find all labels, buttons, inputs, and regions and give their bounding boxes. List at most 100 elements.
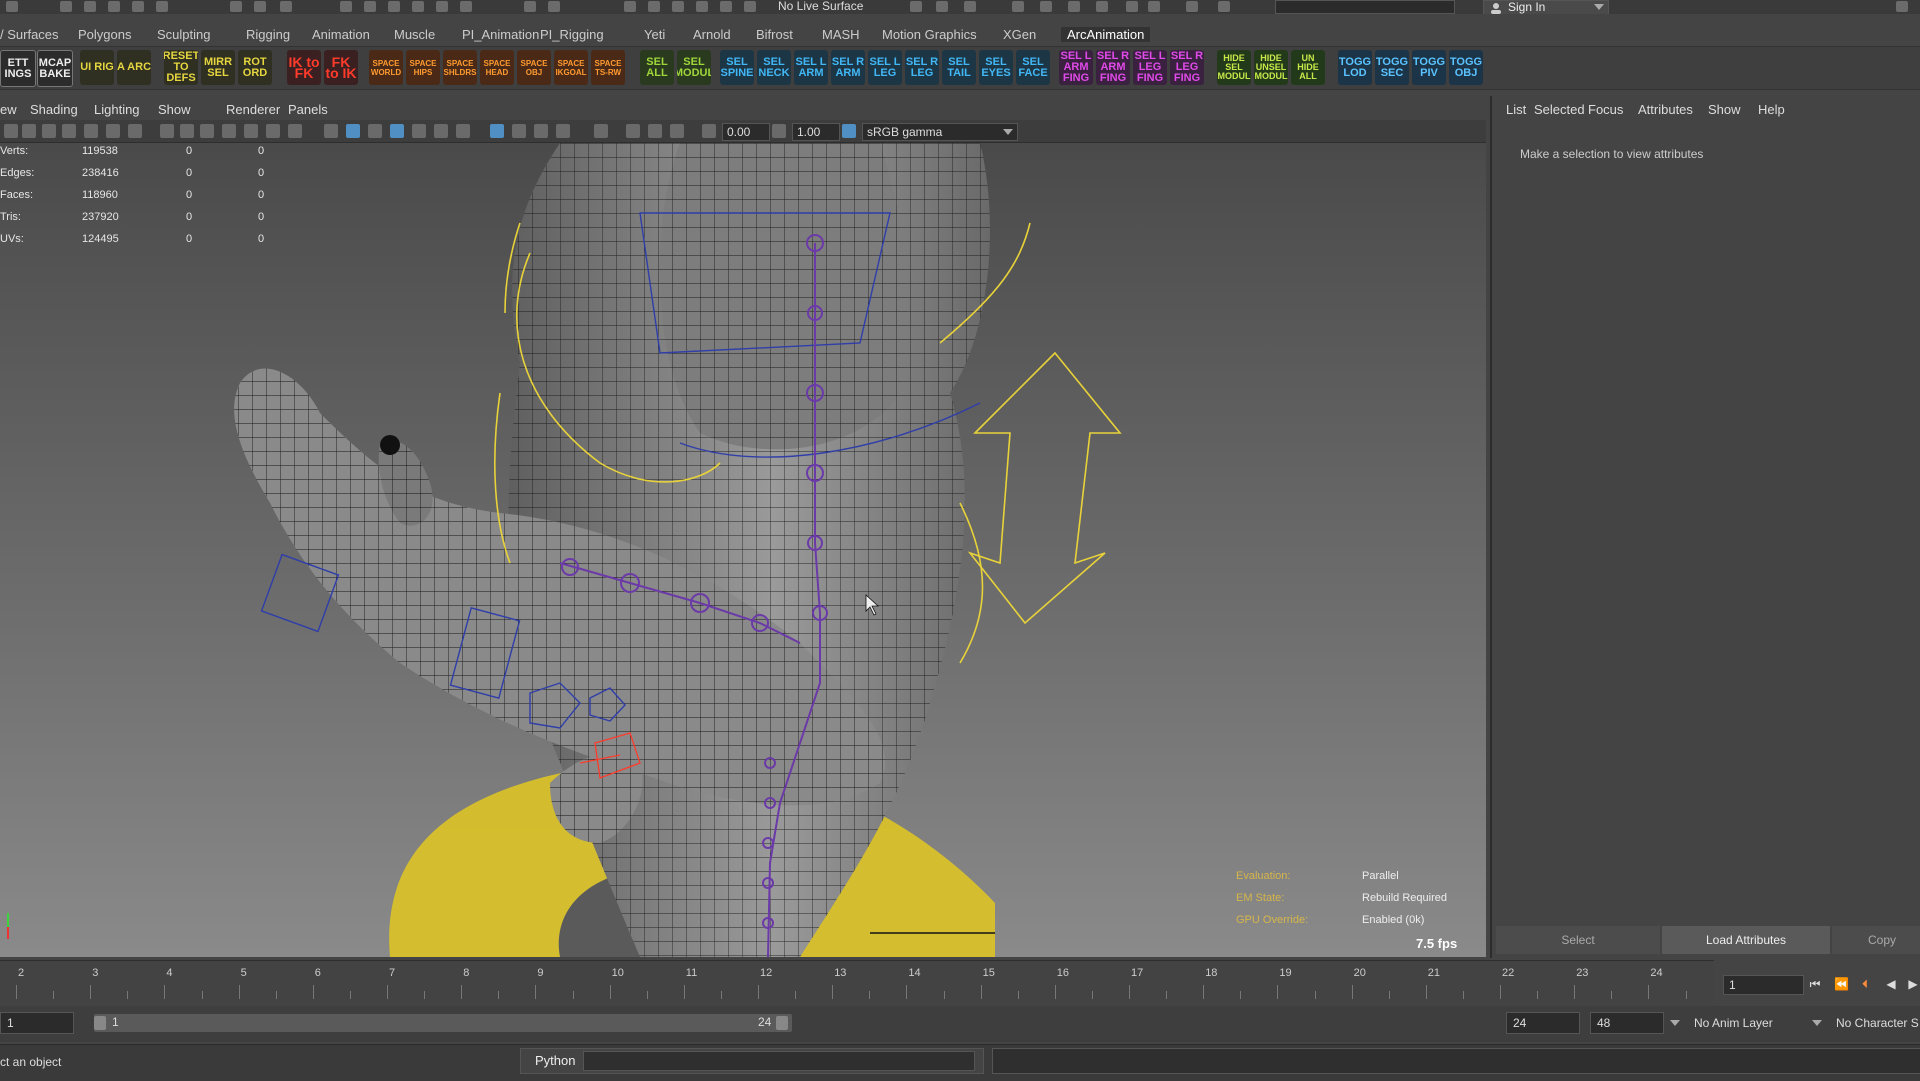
select-camera-icon[interactable] [4,124,18,138]
snap-point-icon[interactable] [388,1,400,12]
paint-select-icon[interactable] [280,1,292,12]
shelf-button[interactable]: HIDE SEL MODUL [1217,50,1251,85]
flat-icon[interactable] [1186,1,1198,12]
attribute-editor-menu-item[interactable]: Help [1758,102,1785,117]
2d-pan-icon[interactable] [84,124,98,138]
attribute-editor-menu-item[interactable]: Attributes [1638,102,1693,117]
shelf-button[interactable]: SPACE HEAD [480,50,514,85]
shelf-button[interactable]: SEL MODUL [677,50,711,85]
save-scene-icon[interactable] [108,1,120,12]
shelf-tab[interactable]: PI_Rigging [540,27,604,42]
backface-icon[interactable] [556,124,570,138]
shelf-tab[interactable]: Sculpting [157,27,210,42]
shelf-button[interactable]: SEL R ARM [831,50,865,85]
exposure-field[interactable]: 0.00 [722,123,770,141]
light-editor-icon[interactable] [1096,1,1108,12]
workspace-icon[interactable] [1218,1,1230,12]
shelf-button[interactable]: HIDE UNSEL MODUL [1254,50,1288,85]
shelf-button[interactable]: SEL FACE [1016,50,1050,85]
time-slider[interactable]: 2 3 4 5 6 7 8 9 10 11 12 13 14 15 16 17 18 19 20 21 22 23 24 [0,960,1714,1003]
select-tool-icon[interactable] [230,1,242,12]
shelf-tab[interactable]: Animation [312,27,370,42]
chevron-down-icon[interactable] [1670,1020,1680,1027]
resolution-gate-icon[interactable] [200,124,214,138]
attribute-editor-menu-item[interactable]: List [1506,102,1526,117]
magnet-icon[interactable] [720,1,732,12]
viewport-menu-item[interactable]: ew [0,102,17,117]
construction-icon[interactable] [548,1,560,12]
step-back-key-icon[interactable]: ⏴ [1858,977,1872,991]
shelf-tab[interactable]: Muscle [394,27,435,42]
shelf-button[interactable]: SPACE IKGOAL [554,50,588,85]
render-frame-icon[interactable] [936,1,948,12]
image-plane-icon[interactable] [62,124,76,138]
gamma-icon[interactable] [772,124,786,138]
copy-tab-button[interactable]: Copy [1832,926,1920,954]
viewport-3d[interactable] [0,143,1486,957]
safe-title-icon[interactable] [288,124,302,138]
pivot-icon[interactable] [696,1,708,12]
snap-curve-icon[interactable] [364,1,376,12]
shelf-tab[interactable]: ArcAnimation [1061,27,1151,42]
bookmark-icon[interactable] [42,124,56,138]
reflect-icon[interactable] [672,1,684,12]
shelf-tab[interactable]: PI_Animation [462,27,539,42]
shelf-button[interactable]: SEL TAIL [942,50,976,85]
shelf-button[interactable]: A ARC [117,50,151,85]
animation-end-field[interactable]: 48 [1590,1012,1664,1034]
shelf-button[interactable]: SEL NECK [757,50,791,85]
settings-icon[interactable] [1896,1,1908,12]
grease-draw-icon[interactable] [128,124,142,138]
shelf-tab[interactable]: Motion Graphics [882,27,977,42]
arnold-render-icon[interactable] [1126,1,1138,12]
soft-select-icon[interactable] [648,1,660,12]
select-button[interactable]: Select [1496,926,1660,954]
isolate-select-icon[interactable] [594,124,608,138]
lasso-tool-icon[interactable] [254,1,266,12]
color-space-dropdown[interactable]: sRGB gamma [862,123,1018,141]
exposure-icon[interactable] [702,124,716,138]
play-backwards-icon[interactable]: ◀ [1884,977,1898,991]
shelf-button[interactable]: SEL R ARM FING [1096,50,1130,85]
default-material-icon[interactable] [368,124,382,138]
shelf-button[interactable]: IK to FK [287,50,321,85]
shelf-button[interactable]: SEL R LEG FING [1170,50,1204,85]
quick-search-input[interactable] [1275,0,1455,14]
shelf-button[interactable]: UI RIG [80,50,114,85]
shadows-icon[interactable] [456,124,470,138]
shelf-button[interactable]: SEL EYES [979,50,1013,85]
shelf-button[interactable]: SPACE OBJ [517,50,551,85]
symmetry-icon[interactable] [624,1,636,12]
field-chart-icon[interactable] [244,124,258,138]
viewport-menu-item[interactable]: Renderer [226,102,280,117]
wireframe-on-shaded-icon[interactable] [390,124,404,138]
shelf-button[interactable]: SPACE WORLD [369,50,403,85]
new-scene-icon[interactable] [60,1,72,12]
shelf-button[interactable]: TOGG OBJ [1449,50,1483,85]
shelf-button[interactable]: SEL L LEG FING [1133,50,1167,85]
viewport-menu-item[interactable]: Panels [288,102,328,117]
undo-icon[interactable] [132,1,144,12]
camera-frame-icon[interactable] [626,124,640,138]
textured-icon[interactable] [412,124,426,138]
command-input[interactable] [583,1051,975,1071]
shelf-button[interactable]: TOGG SEC [1375,50,1409,85]
shelf-button[interactable]: MIRR SEL [201,50,235,85]
current-frame-field[interactable]: 1 [1723,975,1804,995]
range-end-handle[interactable] [776,1016,788,1030]
live-icon[interactable] [744,1,756,12]
shelf-tab[interactable]: Arnold [693,27,731,42]
shelf-button[interactable]: SEL ALL [640,50,674,85]
shelf-button[interactable]: MCAP BAKE [37,50,73,87]
redo-icon[interactable] [156,1,168,12]
shelf-button[interactable]: SEL L LEG [868,50,902,85]
attribute-editor-menu-item[interactable]: Focus [1588,102,1623,117]
playback-end-field[interactable]: 24 [1506,1012,1580,1034]
shelf-button[interactable]: SPACE TS-RW [591,50,625,85]
grid-icon[interactable] [160,124,174,138]
lights-icon[interactable] [434,124,448,138]
viewport-menu-item[interactable]: Shading [30,102,78,117]
camera-attr-icon[interactable] [22,124,36,138]
gamma-field[interactable]: 1.00 [792,123,840,141]
shelf-button[interactable]: SPACE HIPS [406,50,440,85]
